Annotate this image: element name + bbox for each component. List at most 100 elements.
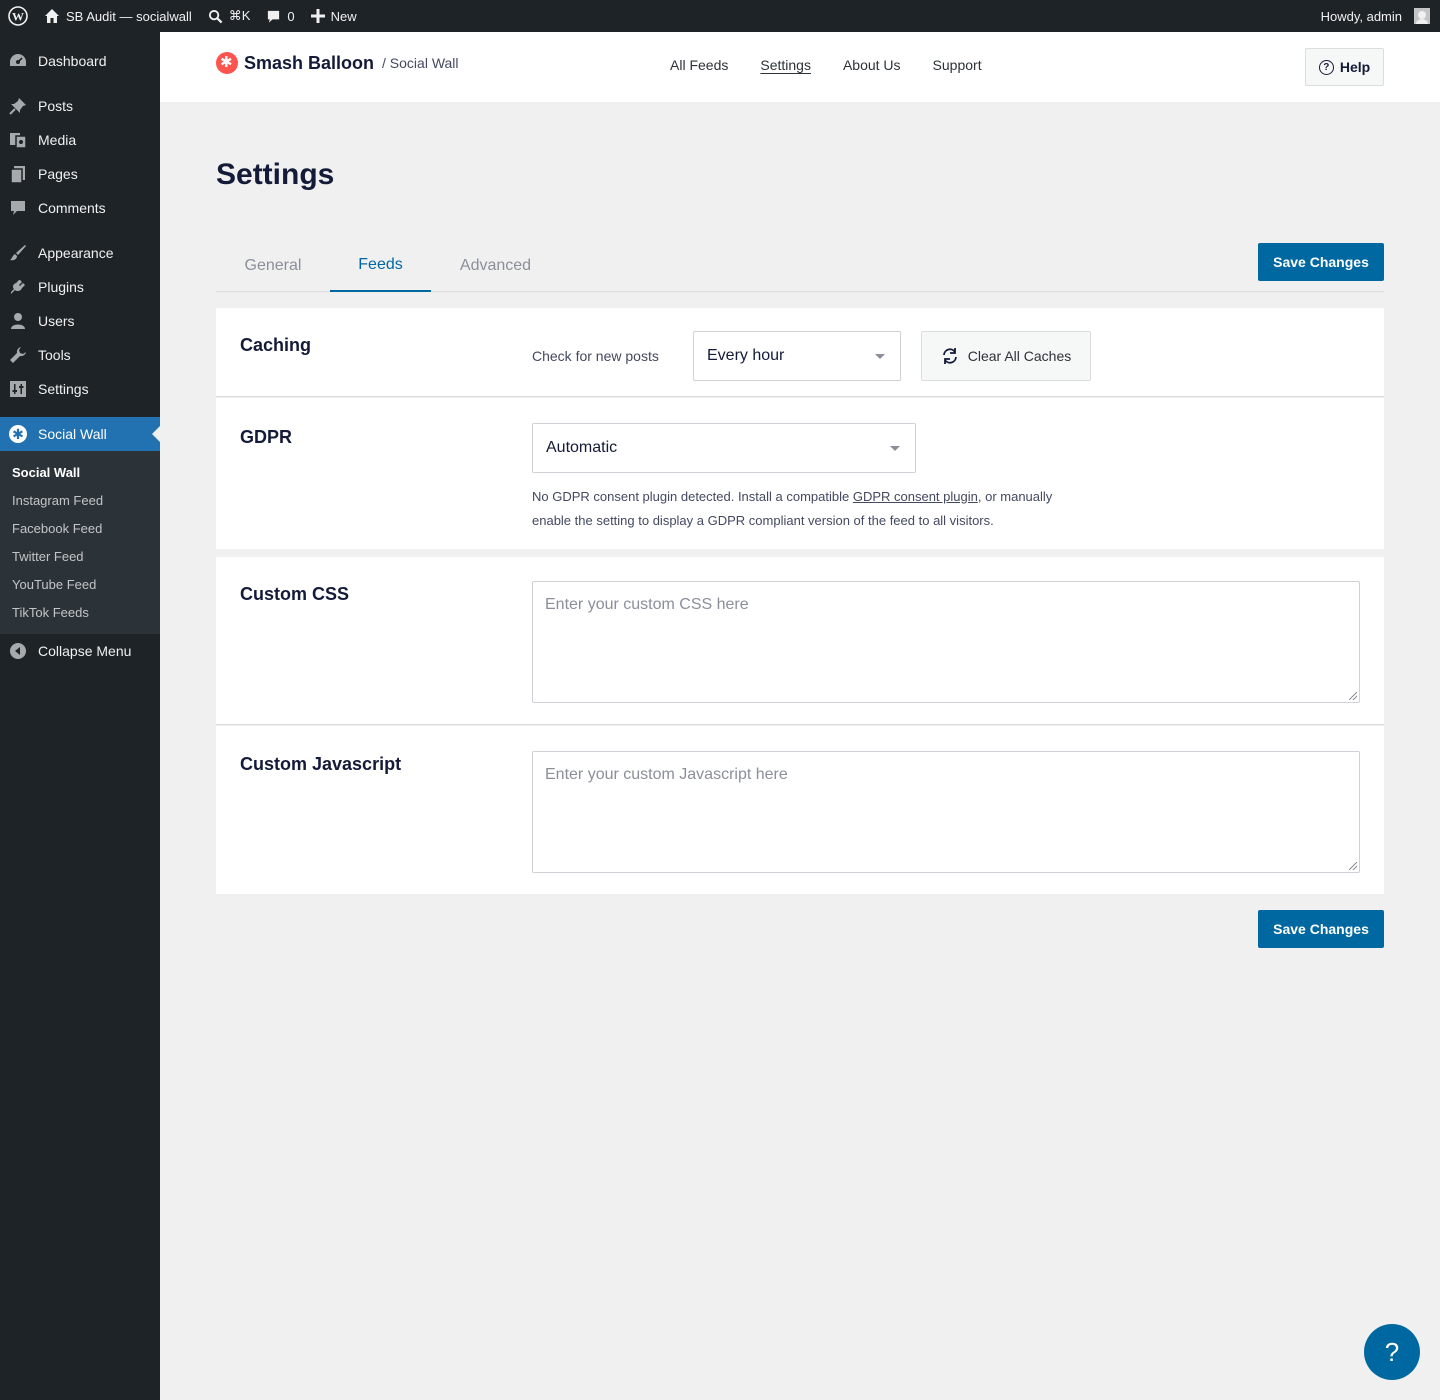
chevron-down-icon: [875, 354, 885, 359]
gdpr-value: Automatic: [546, 439, 618, 456]
sidebar-item-label: Users: [38, 313, 75, 329]
sidebar-item-label: Settings: [38, 381, 89, 397]
question-circle-icon: ?: [1318, 59, 1334, 75]
social-wall-submenu: Social Wall Instagram Feed Facebook Feed…: [0, 451, 160, 634]
submenu-item-social-wall[interactable]: Social Wall: [0, 458, 160, 486]
submenu-item-facebook-feed[interactable]: Facebook Feed: [0, 514, 160, 542]
site-name-label: SB Audit — socialwall: [66, 8, 192, 24]
refresh-icon: [942, 348, 957, 364]
clear-caches-label: Clear All Caches: [967, 348, 1072, 364]
sidebar-item-plugins[interactable]: Plugins: [0, 270, 160, 304]
dashboard-icon: [8, 51, 28, 71]
sidebar-item-label: Appearance: [38, 245, 114, 261]
sidebar-item-users[interactable]: Users: [0, 304, 160, 338]
smash-balloon-icon: ✱: [8, 424, 28, 444]
sidebar-item-label: Social Wall: [38, 426, 107, 442]
help-label: Help: [1339, 59, 1371, 75]
comment-bubble-icon: [268, 10, 280, 23]
brand-subtitle: / Social Wall: [382, 55, 459, 71]
new-content-link[interactable]: New: [303, 0, 365, 32]
gdpr-section: GDPR Automatic No GDPR consent plugin de…: [216, 398, 1384, 549]
collapse-menu-label: Collapse Menu: [38, 643, 132, 659]
nav-all-feeds[interactable]: All Feeds: [670, 57, 728, 73]
custom-js-placeholder: Enter your custom Javascript here: [545, 766, 788, 783]
nav-about-us[interactable]: About Us: [843, 57, 901, 73]
custom-css-placeholder: Enter your custom CSS here: [545, 596, 749, 613]
site-name-link[interactable]: SB Audit — socialwall: [36, 0, 200, 32]
user-icon: [8, 311, 28, 331]
clear-all-caches-button[interactable]: Clear All Caches: [921, 331, 1091, 381]
save-changes-button-top[interactable]: Save Changes: [1258, 243, 1384, 281]
caching-title: Caching: [240, 335, 312, 355]
admin-bar: W SB Audit — socialwall ⌘K 0 New Howdy, …: [0, 0, 1440, 32]
comments-count: 0: [287, 8, 295, 24]
search-icon: [208, 9, 223, 23]
brand-name: Smash Balloon: [244, 52, 375, 73]
sidebar-item-label: Posts: [38, 98, 74, 114]
home-icon: [45, 9, 59, 23]
wrench-icon: [8, 345, 28, 365]
sidebar-item-posts[interactable]: Posts: [0, 89, 160, 123]
cache-frequency-select[interactable]: Every hour: [693, 331, 901, 381]
gdpr-consent-plugin-link[interactable]: GDPR consent plugin: [853, 489, 978, 504]
comments-link[interactable]: 0: [258, 0, 302, 32]
sidebar-item-social-wall[interactable]: ✱ Social Wall: [0, 417, 160, 451]
brush-icon: [8, 243, 28, 263]
resize-handle-icon[interactable]: [1349, 862, 1357, 870]
collapse-arrow-icon: [8, 641, 28, 661]
howdy-label: Howdy, admin: [1320, 8, 1402, 24]
sidebar-item-appearance[interactable]: Appearance: [0, 236, 160, 270]
gdpr-select[interactable]: Automatic: [532, 423, 916, 473]
svg-text:W: W: [12, 10, 24, 24]
wordpress-logo-icon[interactable]: W: [0, 0, 36, 32]
tab-advanced[interactable]: Advanced: [431, 240, 560, 292]
pin-icon: [8, 96, 28, 116]
smash-balloon-logo[interactable]: Smash Balloon / Social Wall: [216, 52, 459, 74]
help-button[interactable]: ? Help: [1305, 48, 1384, 86]
submenu-item-youtube-feed[interactable]: YouTube Feed: [0, 570, 160, 598]
sidebar-item-label: Media: [38, 132, 77, 148]
sidebar-item-label: Plugins: [38, 279, 84, 295]
collapse-menu-button[interactable]: Collapse Menu: [0, 634, 160, 668]
search-shortcut-label: ⌘K: [228, 8, 251, 23]
submenu-item-twitter-feed[interactable]: Twitter Feed: [0, 542, 160, 570]
resize-handle-icon[interactable]: [1349, 692, 1357, 700]
admin-sidebar: Dashboard Posts Media Pages Comments App…: [0, 32, 160, 1400]
pages-icon: [8, 164, 28, 184]
settings-tabs: General Feeds Advanced: [216, 240, 1384, 292]
comment-icon: [8, 198, 28, 218]
sliders-icon: [8, 379, 28, 399]
gdpr-note-text: No GDPR consent plugin detected. Install…: [532, 489, 853, 504]
submenu-item-instagram-feed[interactable]: Instagram Feed: [0, 486, 160, 514]
my-account-link[interactable]: Howdy, admin: [1313, 0, 1440, 32]
command-search[interactable]: ⌘K: [200, 0, 259, 32]
tab-general[interactable]: General: [216, 240, 330, 292]
sidebar-item-label: Tools: [38, 347, 71, 363]
gdpr-title: GDPR: [240, 427, 293, 447]
sidebar-item-label: Comments: [38, 200, 106, 216]
tab-feeds[interactable]: Feeds: [330, 240, 431, 292]
sidebar-item-dashboard[interactable]: Dashboard: [0, 44, 160, 78]
svg-text:✱: ✱: [12, 427, 24, 443]
caching-section: Caching Check for new posts Every hour C…: [216, 308, 1384, 397]
custom-css-textarea[interactable]: Enter your custom CSS here: [532, 581, 1360, 703]
sidebar-item-pages[interactable]: Pages: [0, 157, 160, 191]
new-label: New: [330, 8, 357, 24]
save-changes-button-bottom[interactable]: Save Changes: [1258, 910, 1384, 948]
sidebar-item-comments[interactable]: Comments: [0, 191, 160, 225]
submenu-item-tiktok-feeds[interactable]: TikTok Feeds: [0, 598, 160, 626]
page-title: Settings: [216, 158, 335, 191]
custom-js-title: Custom Javascript: [240, 754, 402, 774]
help-fab-button[interactable]: ?: [1364, 1324, 1420, 1380]
nav-settings[interactable]: Settings: [760, 57, 811, 73]
gdpr-note: No GDPR consent plugin detected. Install…: [532, 485, 1092, 533]
sidebar-item-tools[interactable]: Tools: [0, 338, 160, 372]
check-posts-label: Check for new posts: [532, 348, 659, 364]
top-nav: All Feeds Settings About Us Support: [670, 57, 982, 73]
custom-js-textarea[interactable]: Enter your custom Javascript here: [532, 751, 1360, 873]
custom-css-section: Custom CSS Enter your custom CSS here: [216, 557, 1384, 725]
nav-support[interactable]: Support: [933, 57, 982, 73]
sidebar-item-media[interactable]: Media: [0, 123, 160, 157]
sidebar-item-settings[interactable]: Settings: [0, 372, 160, 406]
custom-css-title: Custom CSS: [240, 584, 350, 604]
